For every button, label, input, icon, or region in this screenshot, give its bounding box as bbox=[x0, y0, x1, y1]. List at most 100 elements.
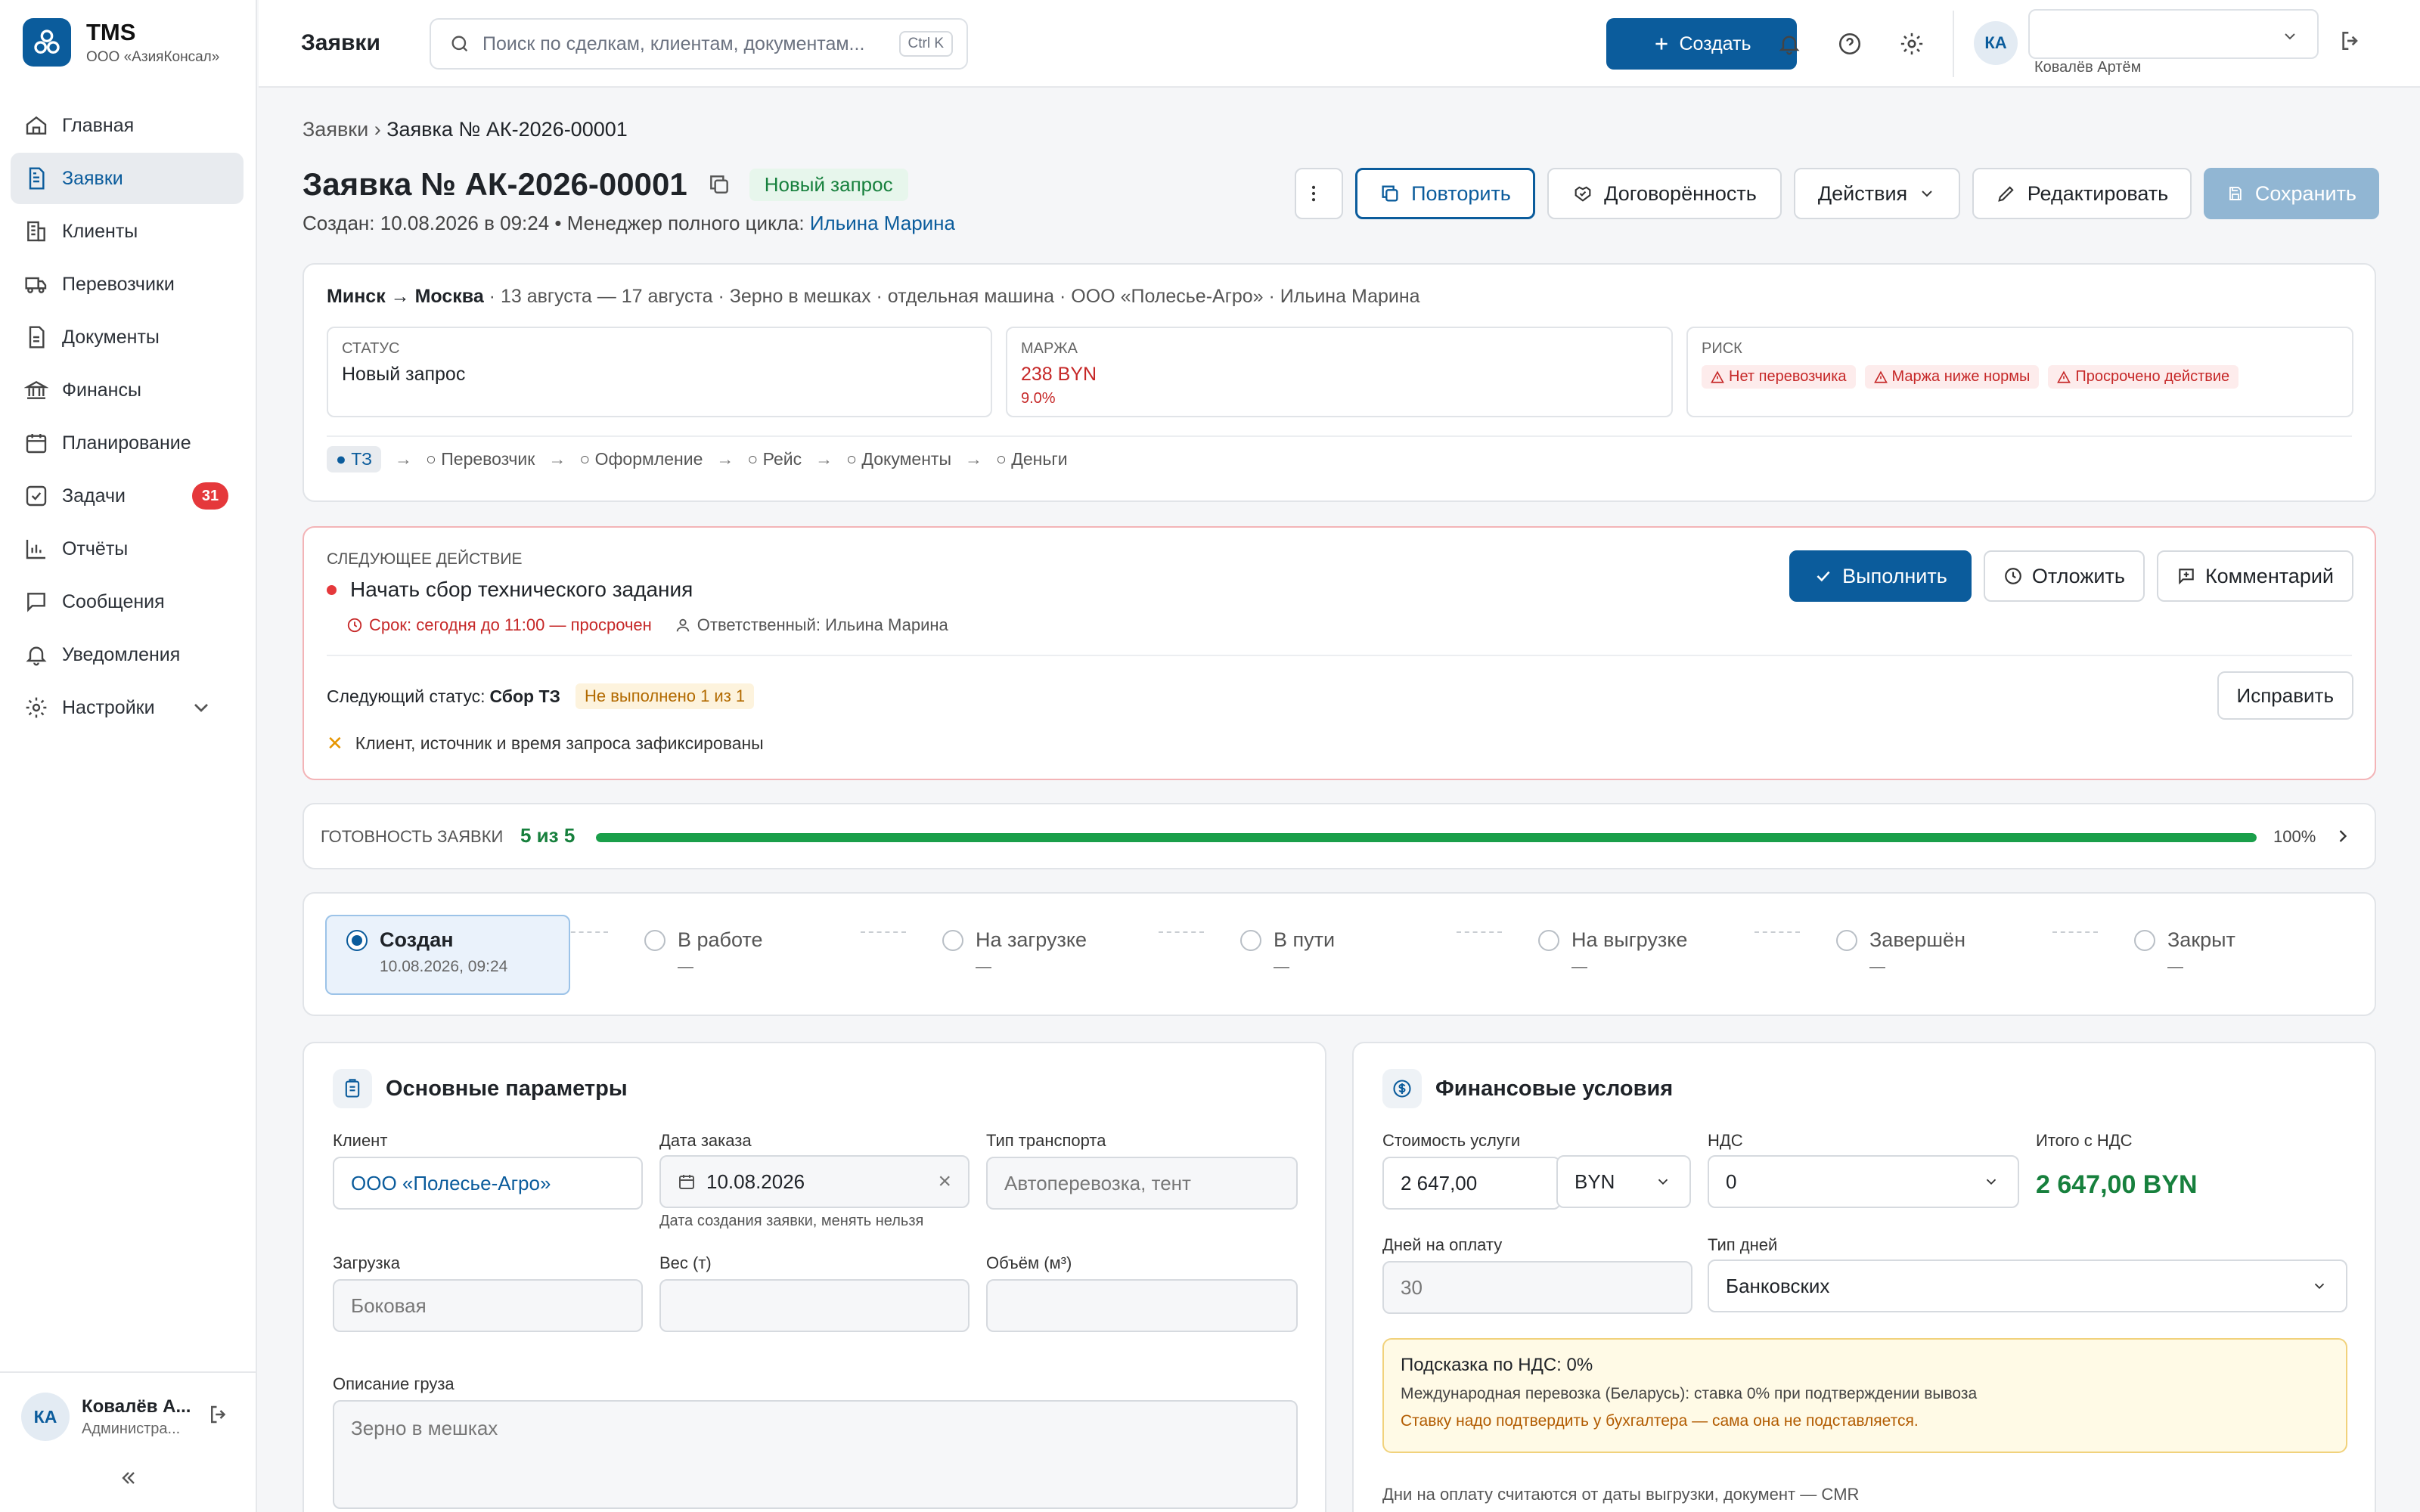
payment-note: Дни на оплату считаются от даты выгрузки… bbox=[1382, 1485, 1860, 1504]
file-icon bbox=[29, 167, 45, 190]
complete-button[interactable]: Выполнить bbox=[1789, 550, 1972, 602]
checkbox-icon bbox=[26, 485, 47, 507]
flow-step-completed[interactable]: Завершён — bbox=[1815, 915, 2060, 995]
flow-step-unloading[interactable]: На выгрузке — bbox=[1517, 915, 1762, 995]
sidebar-item-reports[interactable]: Отчёты bbox=[11, 523, 244, 575]
next-status-value: Сбор ТЗ bbox=[489, 686, 560, 706]
logout-icon[interactable] bbox=[207, 1403, 230, 1426]
manager-link[interactable]: Ильина Марина bbox=[810, 212, 955, 234]
stage-money[interactable]: ○ Деньги bbox=[996, 449, 1068, 469]
topbar-title: Заявки bbox=[301, 30, 380, 55]
not-done-badge: Не выполнено 1 из 1 bbox=[575, 683, 755, 709]
flow-step-created[interactable]: Создан 10.08.2026, 09:24 bbox=[325, 915, 570, 995]
flow-step-date: — bbox=[1274, 958, 1289, 975]
sidebar-item-documents[interactable]: Документы bbox=[11, 311, 244, 363]
sidebar-item-planning[interactable]: Планирование bbox=[11, 417, 244, 469]
truck-icon bbox=[25, 277, 47, 293]
avatar[interactable]: КА bbox=[1974, 21, 2018, 65]
risk-tag: Маржа ниже нормы bbox=[1864, 365, 2040, 389]
risk-label: Риск bbox=[1702, 340, 1742, 357]
stage-trip[interactable]: ○ Рейс bbox=[747, 449, 802, 469]
cargo-description-textarea[interactable]: Зерно в мешках bbox=[333, 1400, 1298, 1509]
sidebar-item-tasks[interactable]: Задачи 31 bbox=[11, 470, 244, 522]
sidebar-item-settings[interactable]: Настройки bbox=[11, 682, 244, 733]
order-date-field[interactable]: 10.08.2026 × bbox=[659, 1155, 970, 1208]
currency-value: BYN bbox=[1575, 1170, 1615, 1193]
tasks-count-badge: 31 bbox=[192, 482, 228, 510]
radio-icon bbox=[942, 929, 963, 951]
flow-step-label: Закрыт bbox=[2167, 928, 2235, 951]
search-input[interactable]: Поиск по сделкам, клиентам, документам..… bbox=[430, 18, 968, 70]
flow-step-closed[interactable]: Закрыт — bbox=[2113, 915, 2294, 995]
sidebar-item-orders[interactable]: Заявки bbox=[11, 153, 244, 204]
breadcrumb-parent[interactable]: Заявки bbox=[302, 118, 368, 141]
cost-input[interactable]: 2 647,00 bbox=[1382, 1157, 1561, 1210]
flow-step-in-transit[interactable]: В пути — bbox=[1219, 915, 1464, 995]
company-select[interactable] bbox=[2028, 9, 2319, 59]
more-vertical-icon bbox=[1311, 185, 1316, 202]
stage-paperwork[interactable]: ○ Оформление bbox=[579, 449, 703, 469]
readiness-card[interactable]: Готовность заявки 5 из 5 100% bbox=[302, 803, 2376, 869]
comment-button[interactable]: Комментарий bbox=[2156, 550, 2353, 602]
day-type-select[interactable]: Банковских bbox=[1708, 1259, 2347, 1312]
warning-icon bbox=[1711, 370, 1724, 383]
risk-tag: Нет перевозчика bbox=[1702, 365, 1856, 389]
create-button[interactable]: Создать bbox=[1606, 18, 1797, 70]
fix-button[interactable]: Исправить bbox=[2217, 671, 2353, 720]
gear-icon[interactable] bbox=[1897, 29, 1927, 59]
logout-icon[interactable] bbox=[2338, 29, 2363, 53]
volume-field[interactable] bbox=[986, 1279, 1298, 1332]
sidebar-item-finance[interactable]: Финансы bbox=[11, 364, 244, 416]
next-action-buttons: Выполнить Отложить Комментарий bbox=[1777, 550, 2353, 602]
currency-select[interactable]: BYN bbox=[1556, 1155, 1691, 1208]
risk-tags: Нет перевозчика Маржа ниже нормы Просроч… bbox=[1702, 365, 2338, 389]
help-icon[interactable] bbox=[1835, 29, 1865, 59]
vat-value: 0 bbox=[1726, 1170, 1737, 1193]
gear-icon bbox=[26, 697, 47, 718]
sidebar-user[interactable]: КА Ковалёв А... Администра... bbox=[0, 1371, 257, 1461]
postpone-button[interactable]: Отложить bbox=[1983, 550, 2145, 602]
basic-params-card: Основные параметры Клиент ООО «Полесье-А… bbox=[302, 1042, 1326, 1512]
flow-step-in-work[interactable]: В работе — bbox=[623, 915, 868, 995]
logo-icon bbox=[23, 18, 71, 67]
actions-dropdown[interactable]: Действия bbox=[1794, 168, 1960, 219]
loading-field[interactable]: Боковая bbox=[333, 1279, 643, 1332]
clear-icon[interactable]: × bbox=[938, 1169, 951, 1194]
payment-days-field[interactable]: 30 bbox=[1382, 1261, 1692, 1314]
flow-step-loading[interactable]: На загрузке — bbox=[921, 915, 1166, 995]
stage-tz[interactable]: ● ТЗ bbox=[327, 446, 381, 472]
sidebar-item-label: Финансы bbox=[62, 379, 141, 401]
agreement-label: Договорённость bbox=[1604, 181, 1757, 205]
copy-icon[interactable] bbox=[707, 172, 731, 197]
collapse-sidebar-icon[interactable] bbox=[113, 1459, 144, 1497]
save-button[interactable]: Сохранить bbox=[2204, 168, 2379, 219]
sidebar-item-carriers[interactable]: Перевозчики bbox=[11, 259, 244, 310]
sidebar-item-clients[interactable]: Клиенты bbox=[11, 206, 244, 257]
more-button[interactable] bbox=[1295, 168, 1343, 219]
client-field[interactable]: ООО «Полесье-Агро» bbox=[333, 1157, 643, 1210]
sidebar-item-home[interactable]: Главная bbox=[11, 100, 244, 151]
margin-value: 238 BYN bbox=[1021, 364, 1097, 385]
agreement-button[interactable]: Договорённость bbox=[1547, 168, 1782, 219]
repeat-button[interactable]: Повторить bbox=[1355, 168, 1535, 219]
stage-carrier[interactable]: ○ Перевозчик bbox=[426, 449, 535, 469]
chevron-down-icon bbox=[1922, 191, 1932, 197]
vat-hint-title: Подсказка по НДС: 0% bbox=[1401, 1355, 1593, 1375]
transport-field[interactable]: Автоперевозка, тент bbox=[986, 1157, 1298, 1210]
route: Минск → Москва bbox=[327, 286, 484, 307]
sidebar-item-notifications[interactable]: Уведомления bbox=[11, 629, 244, 680]
radio-icon bbox=[1240, 929, 1261, 951]
search-shortcut: Ctrl K bbox=[898, 31, 953, 57]
stage-documents[interactable]: ○ Документы bbox=[846, 449, 951, 469]
brand[interactable]: TMS ООО «АзияКонсал» bbox=[23, 18, 219, 67]
flow-step-label: Завершён bbox=[1869, 928, 1965, 951]
edit-button[interactable]: Редактировать bbox=[1972, 168, 2192, 219]
sidebar-item-label: Планирование bbox=[62, 432, 191, 454]
bell-icon[interactable] bbox=[1774, 29, 1804, 59]
sidebar-item-label: Настройки bbox=[62, 696, 155, 718]
copy-icon bbox=[1382, 185, 1398, 202]
vat-select[interactable]: 0 bbox=[1708, 1155, 2019, 1208]
sidebar-item-messages[interactable]: Сообщения bbox=[11, 576, 244, 627]
next-status: Следующий статус: Сбор ТЗ Не выполнено 1… bbox=[327, 683, 755, 709]
weight-field[interactable] bbox=[659, 1279, 970, 1332]
